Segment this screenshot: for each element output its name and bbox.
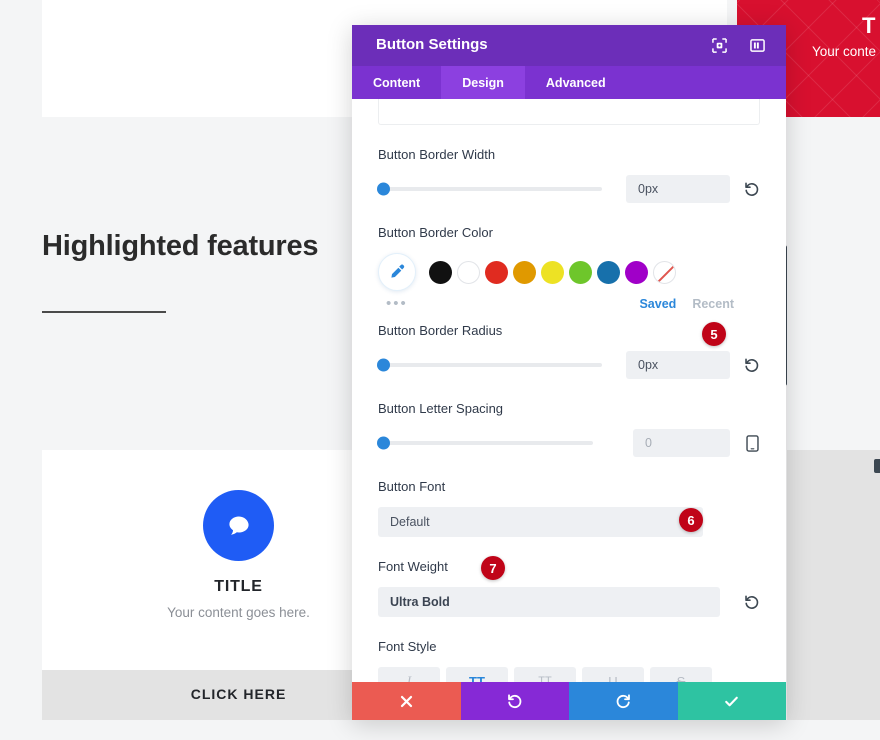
swatch-blue[interactable] — [597, 260, 620, 284]
font-style-button-group: I TT TT U S — [378, 667, 760, 682]
mobile-device-icon[interactable] — [730, 434, 760, 452]
undo-icon — [508, 693, 522, 708]
focus-target-icon[interactable] — [708, 34, 730, 56]
modal-header: Button Settings — [352, 25, 786, 66]
clipped-input-above[interactable] — [378, 99, 760, 125]
field-font-weight: Font Weight Ultra Bold — [378, 559, 760, 617]
font-style-label: Font Style — [378, 639, 437, 654]
undo-reset-icon[interactable] — [730, 357, 760, 374]
modal-tabs: Content Design Advanced — [352, 66, 786, 99]
field-button-border-width: Button Border Width 0px — [377, 147, 760, 203]
panel-layout-icon[interactable] — [746, 34, 768, 56]
annotation-badge-6: 6 — [679, 508, 703, 532]
button-font-select[interactable]: Default ▲▼ — [378, 507, 703, 537]
button-border-radius-slider[interactable] — [377, 358, 602, 372]
annotation-badge-5: 5 — [702, 322, 726, 346]
small-caps-button[interactable]: TT — [514, 667, 576, 682]
swatch-white[interactable] — [457, 260, 480, 284]
strikethrough-button[interactable]: S — [650, 667, 712, 682]
button-font-value: Default — [390, 515, 430, 529]
screenshot-root: T Your conte Highlighted features TITLE … — [0, 0, 880, 740]
banner-subtitle: Your conte — [811, 44, 876, 59]
banner-title: T — [862, 13, 876, 38]
tab-content-label: Content — [373, 75, 421, 90]
redo-button[interactable] — [569, 682, 678, 720]
palette-tabs: Saved Recent — [639, 297, 734, 311]
swatch-purple[interactable] — [625, 260, 648, 284]
title-divider — [42, 311, 166, 313]
field-font-style: Font Style I TT TT U S — [378, 639, 760, 682]
more-colors-button[interactable]: ••• — [386, 295, 416, 312]
button-settings-modal: Button Settings Content Design Advanced … — [352, 25, 786, 720]
page-section-title: Highlighted features — [42, 230, 319, 262]
button-border-width-label: Button Border Width — [378, 147, 496, 162]
eyedropper-icon[interactable] — [378, 253, 416, 291]
x-icon — [400, 695, 412, 707]
field-button-letter-spacing: Button Letter Spacing 0 — [377, 401, 760, 457]
tab-advanced-label: Advanced — [545, 75, 606, 90]
swatch-orange[interactable] — [513, 260, 536, 284]
uppercase-button[interactable]: TT — [446, 667, 508, 682]
save-button[interactable] — [677, 682, 786, 720]
modal-header-actions — [708, 34, 768, 56]
slider-knob[interactable] — [377, 436, 390, 450]
redo-icon — [616, 693, 630, 708]
swatch-black[interactable] — [429, 260, 452, 284]
field-button-border-color: Button Border Color ••• Saved Recent — [378, 225, 760, 317]
cancel-button[interactable] — [352, 682, 461, 720]
value-text: 0px — [638, 182, 659, 196]
undo-reset-icon[interactable] — [730, 594, 760, 611]
value-text: 0px — [638, 358, 659, 372]
annotation-badge-7: 7 — [481, 556, 505, 580]
underline-button[interactable]: U — [582, 667, 644, 682]
palette-tab-recent[interactable]: Recent — [692, 297, 734, 311]
right-edge-chip[interactable] — [874, 459, 880, 473]
button-letter-spacing-slider[interactable] — [377, 436, 593, 450]
modal-title: Button Settings — [376, 36, 488, 53]
font-weight-value: Ultra Bold — [390, 595, 450, 609]
check-icon — [725, 696, 739, 706]
right-gray-strip — [787, 450, 880, 720]
button-border-width-slider[interactable] — [377, 182, 602, 196]
undo-button[interactable] — [460, 682, 569, 720]
button-border-width-value[interactable]: 0px — [626, 175, 730, 203]
button-letter-spacing-label: Button Letter Spacing — [378, 401, 504, 416]
modal-footer-actions — [352, 682, 786, 720]
slider-knob[interactable] — [377, 182, 390, 196]
tab-content[interactable]: Content — [352, 66, 441, 99]
color-swatch-row — [378, 253, 760, 291]
swatch-red[interactable] — [485, 260, 508, 284]
slider-knob[interactable] — [377, 358, 390, 372]
chat-bubble-icon — [203, 490, 274, 561]
value-placeholder: 0 — [645, 436, 652, 450]
swatch-transparent[interactable] — [653, 260, 676, 284]
modal-settings-list[interactable]: Button Border Width 0px Button Border Co… — [352, 99, 786, 682]
undo-reset-icon[interactable] — [730, 181, 760, 198]
font-weight-select[interactable]: Ultra Bold — [378, 587, 720, 617]
button-font-label: Button Font — [378, 479, 446, 494]
button-letter-spacing-value[interactable]: 0 — [633, 429, 730, 457]
right-white-strip — [787, 220, 880, 450]
italic-button[interactable]: I — [378, 667, 440, 682]
font-weight-label: Font Weight — [378, 559, 448, 574]
field-button-font: Button Font Default ▲▼ — [378, 479, 760, 537]
button-border-color-label: Button Border Color — [378, 225, 493, 240]
tab-design[interactable]: Design — [441, 66, 525, 99]
tab-design-label: Design — [462, 75, 504, 90]
swatch-green[interactable] — [569, 260, 592, 284]
tab-advanced[interactable]: Advanced — [525, 66, 627, 99]
button-border-radius-value[interactable]: 0px — [626, 351, 730, 379]
palette-tab-saved[interactable]: Saved — [639, 297, 676, 311]
swatch-yellow[interactable] — [541, 260, 564, 284]
